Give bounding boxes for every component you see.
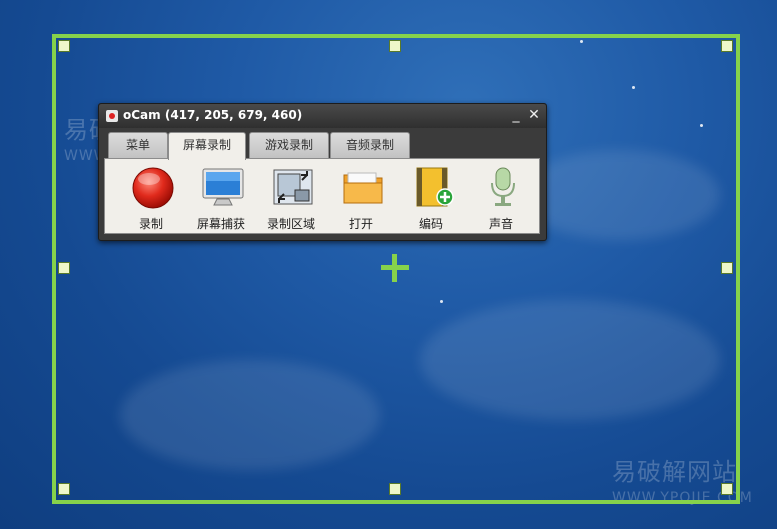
codec-label: 编码 <box>418 217 443 231</box>
tab-screen-record[interactable]: 屏幕录制 <box>168 132 246 160</box>
sound-label: 声音 <box>488 217 513 231</box>
move-crosshair-icon[interactable] <box>381 254 409 282</box>
toolbar: 录制 屏幕捕获 录制区域 打开 编码 声音 <box>104 158 540 234</box>
ocam-window: oCam (417, 205, 679, 460) _ ✕ 菜单 屏幕录制 游戏… <box>98 103 547 241</box>
open-label: 打开 <box>348 217 373 231</box>
screen-capture-label: 屏幕捕获 <box>196 217 245 231</box>
minimize-button[interactable]: _ <box>508 107 524 123</box>
record-region-button[interactable]: 录制区域 <box>257 163 325 233</box>
resize-handle-bottom-right[interactable] <box>721 483 733 495</box>
codec-icon <box>416 167 454 207</box>
resize-handle-middle-right[interactable] <box>721 262 733 274</box>
codec-button[interactable]: 编码 <box>397 163 465 233</box>
sound-button[interactable]: 声音 <box>467 163 535 233</box>
microphone-icon <box>491 167 515 206</box>
tab-menu[interactable]: 菜单 <box>108 132 168 158</box>
resize-handle-middle-left[interactable] <box>58 262 70 274</box>
ocam-app-icon <box>106 110 118 122</box>
resize-handle-top-right[interactable] <box>721 40 733 52</box>
record-icon <box>132 167 174 209</box>
record-label: 录制 <box>138 217 163 231</box>
tab-game-record[interactable]: 游戏录制 <box>249 132 329 158</box>
screen-capture-button[interactable]: 屏幕捕获 <box>187 163 255 233</box>
resize-handle-top-left[interactable] <box>58 40 70 52</box>
resize-handle-top-center[interactable] <box>389 40 401 52</box>
folder-icon <box>343 172 383 204</box>
tab-audio-record[interactable]: 音频录制 <box>330 132 410 158</box>
title-bar[interactable]: oCam (417, 205, 679, 460) _ ✕ <box>99 104 546 128</box>
window-title: oCam (417, 205, 679, 460) <box>123 108 303 122</box>
resize-handle-bottom-left[interactable] <box>58 483 70 495</box>
resize-handle-bottom-center[interactable] <box>389 483 401 495</box>
close-button[interactable]: ✕ <box>526 107 542 123</box>
open-button[interactable]: 打开 <box>327 163 395 233</box>
record-button[interactable]: 录制 <box>117 163 185 233</box>
monitor-icon <box>202 168 244 206</box>
record-region-label: 录制区域 <box>266 217 315 231</box>
region-icon <box>273 169 313 205</box>
